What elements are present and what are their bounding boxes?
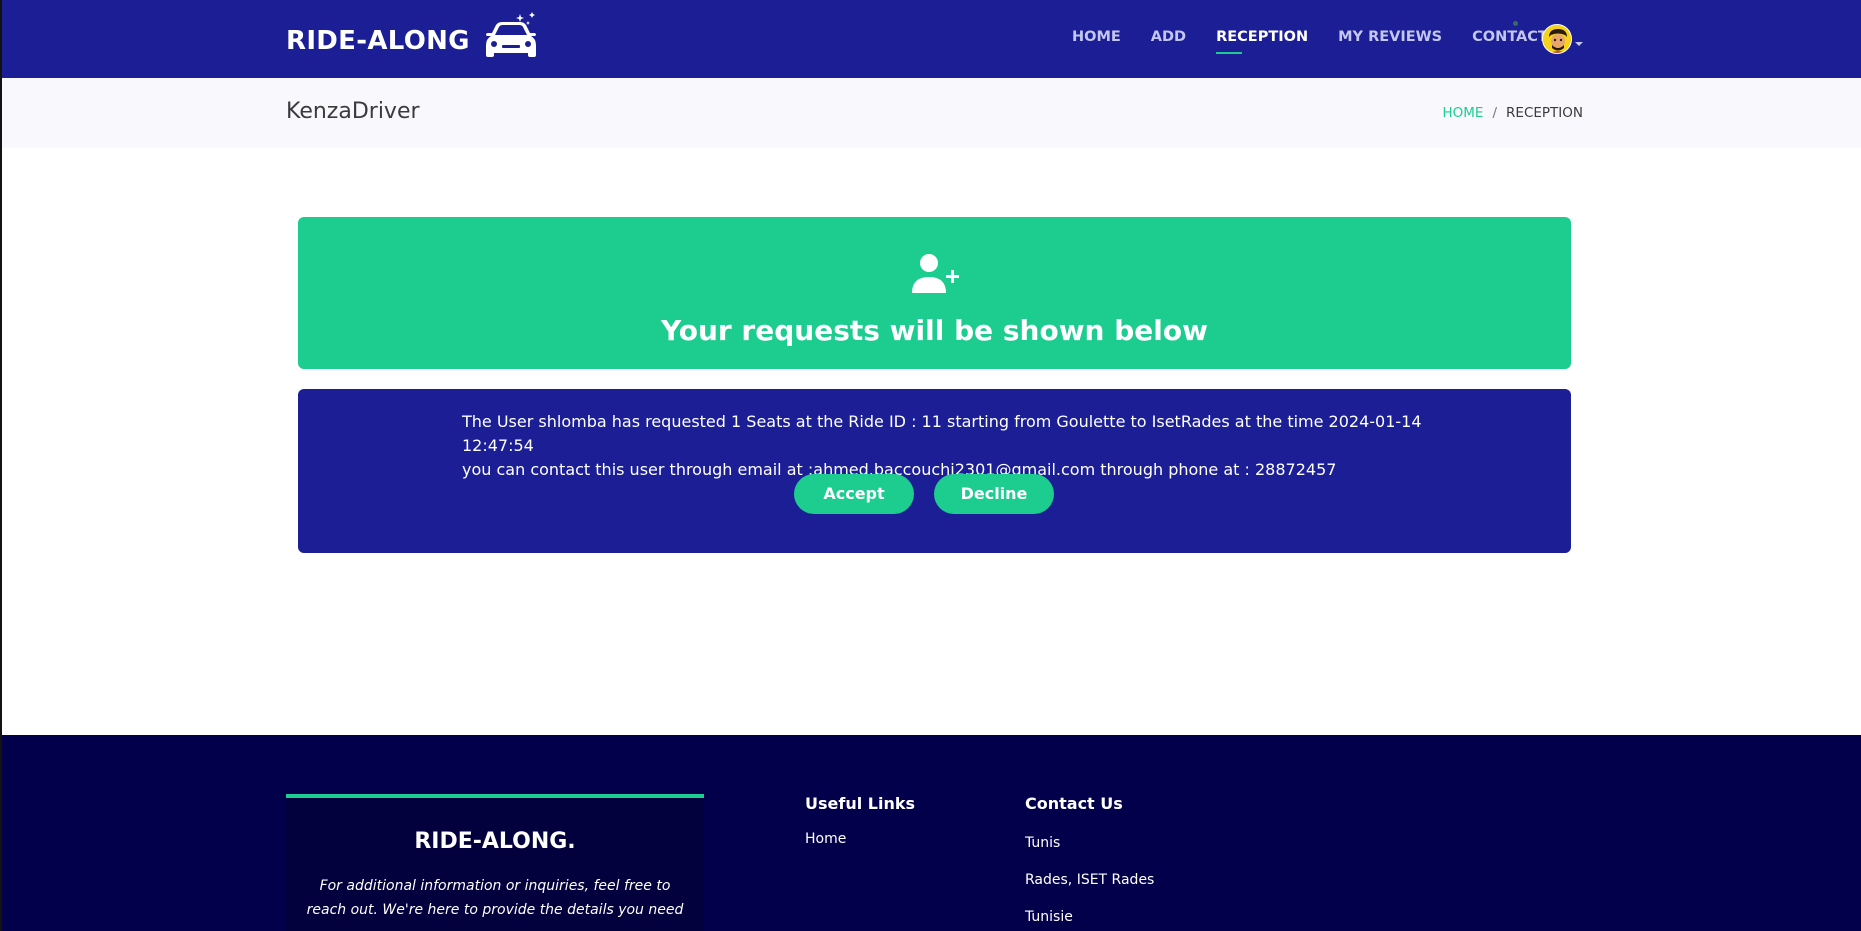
breadcrumb-bar: KenzaDriver HOME / RECEPTION (2, 78, 1861, 148)
notification-dot (1513, 21, 1518, 26)
footer-about-box: RIDE-ALONG. For additional information o… (286, 794, 704, 931)
banner-title: Your requests will be shown below (661, 314, 1208, 347)
nav-my-reviews[interactable]: MY REVIEWS (1338, 29, 1442, 45)
nav-reception[interactable]: RECEPTION (1216, 29, 1308, 54)
nav-add[interactable]: ADD (1151, 29, 1186, 45)
nav-home[interactable]: HOME (1072, 29, 1121, 45)
accept-button[interactable]: Accept (794, 474, 914, 514)
footer-brand: RIDE-ALONG. (414, 829, 576, 854)
breadcrumb-home-link[interactable]: HOME (1443, 105, 1484, 121)
footer: RIDE-ALONG. For additional information o… (2, 735, 1861, 931)
page-title: KenzaDriver (286, 99, 420, 124)
car-icon (485, 12, 536, 57)
user-plus-icon (912, 254, 959, 293)
ride-request-card: The User shlomba has requested 1 Seats a… (298, 389, 1571, 553)
logo-text: RIDE-ALONG (286, 26, 470, 56)
useful-links-title: Useful Links (805, 794, 916, 813)
nav-contact[interactable]: CONTACT (1472, 29, 1548, 45)
decline-button[interactable]: Decline (934, 474, 1054, 514)
main-nav: HOME ADD RECEPTION MY REVIEWS CONTACT (1072, 29, 1578, 54)
requests-banner: Your requests will be shown below (298, 217, 1571, 369)
breadcrumb: HOME / RECEPTION (1443, 105, 1584, 121)
breadcrumb-separator: / (1492, 105, 1498, 121)
logo[interactable]: RIDE-ALONG (286, 12, 542, 63)
avatar-face-icon (1543, 25, 1571, 53)
request-details: The User shlomba has requested 1 Seats a… (462, 410, 1422, 482)
top-navbar: RIDE-ALONG HOME ADD RECEPTION MY REVIEWS… (2, 0, 1861, 78)
contact-city: Tunis (1025, 835, 1061, 851)
request-summary-text: The User shlomba has requested 1 Seats a… (462, 412, 1422, 455)
breadcrumb-current: RECEPTION (1506, 105, 1583, 121)
footer-link-home[interactable]: Home (805, 831, 846, 847)
contact-country: Tunisie (1025, 909, 1073, 925)
contact-us-title: Contact Us (1025, 794, 1123, 813)
avatar[interactable] (1542, 24, 1572, 54)
contact-address: Rades, ISET Rades (1025, 872, 1155, 888)
footer-about-text: For additional information or inquiries,… (306, 878, 684, 918)
chevron-down-icon[interactable] (1575, 42, 1583, 46)
